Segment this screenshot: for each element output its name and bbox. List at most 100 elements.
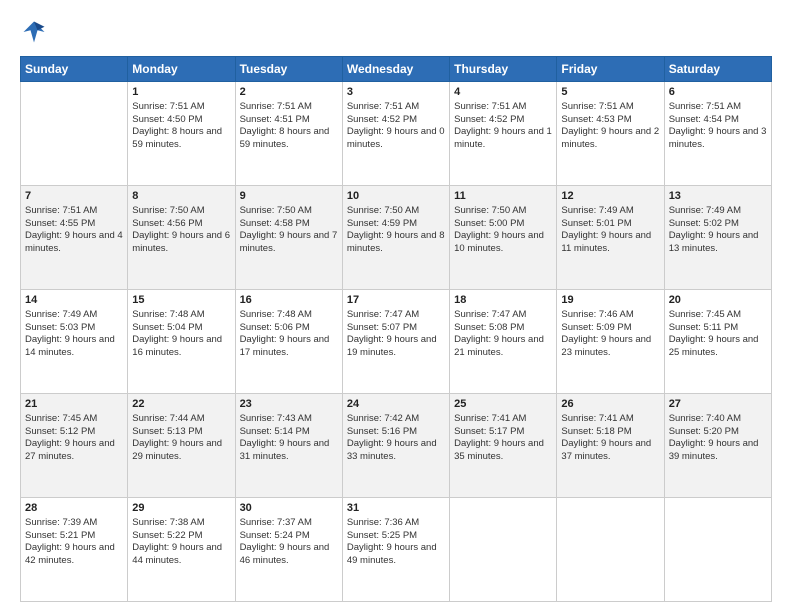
daylight: Daylight: 9 hours and 0 minutes. (347, 126, 445, 150)
daylight: Daylight: 9 hours and 8 minutes. (347, 230, 445, 254)
daylight: Daylight: 9 hours and 16 minutes. (132, 334, 222, 358)
day-number: 19 (561, 293, 659, 308)
daylight: Daylight: 9 hours and 23 minutes. (561, 334, 651, 358)
day-cell: 21Sunrise: 7:45 AMSunset: 5:12 PMDayligh… (21, 394, 128, 498)
sunset: Sunset: 4:52 PM (454, 114, 524, 125)
sunset: Sunset: 4:53 PM (561, 114, 631, 125)
col-header-friday: Friday (557, 57, 664, 82)
day-cell (21, 82, 128, 186)
daylight: Daylight: 9 hours and 17 minutes. (240, 334, 330, 358)
daylight: Daylight: 8 hours and 59 minutes. (132, 126, 222, 150)
header (20, 18, 772, 46)
sunrise: Sunrise: 7:48 AM (132, 309, 204, 320)
daylight: Daylight: 9 hours and 35 minutes. (454, 438, 544, 462)
day-number: 12 (561, 189, 659, 204)
sunset: Sunset: 5:03 PM (25, 322, 95, 333)
daylight: Daylight: 9 hours and 27 minutes. (25, 438, 115, 462)
sunrise: Sunrise: 7:43 AM (240, 413, 312, 424)
day-number: 23 (240, 397, 338, 412)
sunset: Sunset: 5:07 PM (347, 322, 417, 333)
day-cell: 2Sunrise: 7:51 AMSunset: 4:51 PMDaylight… (235, 82, 342, 186)
week-row-2: 7Sunrise: 7:51 AMSunset: 4:55 PMDaylight… (21, 186, 772, 290)
calendar-table: SundayMondayTuesdayWednesdayThursdayFrid… (20, 56, 772, 602)
col-header-thursday: Thursday (450, 57, 557, 82)
sunset: Sunset: 5:22 PM (132, 530, 202, 541)
daylight: Daylight: 9 hours and 1 minute. (454, 126, 552, 150)
logo (20, 18, 52, 46)
sunset: Sunset: 4:50 PM (132, 114, 202, 125)
day-number: 16 (240, 293, 338, 308)
sunset: Sunset: 5:24 PM (240, 530, 310, 541)
day-cell: 18Sunrise: 7:47 AMSunset: 5:08 PMDayligh… (450, 290, 557, 394)
daylight: Daylight: 9 hours and 3 minutes. (669, 126, 767, 150)
sunrise: Sunrise: 7:42 AM (347, 413, 419, 424)
col-header-wednesday: Wednesday (342, 57, 449, 82)
day-number: 7 (25, 189, 123, 204)
day-cell: 8Sunrise: 7:50 AMSunset: 4:56 PMDaylight… (128, 186, 235, 290)
sunset: Sunset: 5:09 PM (561, 322, 631, 333)
daylight: Daylight: 9 hours and 19 minutes. (347, 334, 437, 358)
day-number: 5 (561, 85, 659, 100)
page: SundayMondayTuesdayWednesdayThursdayFrid… (0, 0, 792, 612)
sunset: Sunset: 4:54 PM (669, 114, 739, 125)
sunrise: Sunrise: 7:46 AM (561, 309, 633, 320)
daylight: Daylight: 9 hours and 33 minutes. (347, 438, 437, 462)
sunset: Sunset: 5:00 PM (454, 218, 524, 229)
day-cell: 10Sunrise: 7:50 AMSunset: 4:59 PMDayligh… (342, 186, 449, 290)
col-header-sunday: Sunday (21, 57, 128, 82)
day-cell: 7Sunrise: 7:51 AMSunset: 4:55 PMDaylight… (21, 186, 128, 290)
day-cell: 9Sunrise: 7:50 AMSunset: 4:58 PMDaylight… (235, 186, 342, 290)
week-row-5: 28Sunrise: 7:39 AMSunset: 5:21 PMDayligh… (21, 498, 772, 602)
sunrise: Sunrise: 7:50 AM (132, 205, 204, 216)
sunset: Sunset: 5:11 PM (669, 322, 739, 333)
sunset: Sunset: 5:04 PM (132, 322, 202, 333)
day-cell: 12Sunrise: 7:49 AMSunset: 5:01 PMDayligh… (557, 186, 664, 290)
day-cell: 31Sunrise: 7:36 AMSunset: 5:25 PMDayligh… (342, 498, 449, 602)
day-cell: 4Sunrise: 7:51 AMSunset: 4:52 PMDaylight… (450, 82, 557, 186)
day-number: 29 (132, 501, 230, 516)
day-cell (450, 498, 557, 602)
day-cell: 15Sunrise: 7:48 AM Sunset: 5:04 PMDayligh… (128, 290, 235, 394)
sunset: Sunset: 5:17 PM (454, 426, 524, 437)
sunset: Sunset: 5:25 PM (347, 530, 417, 541)
sunset: Sunset: 5:02 PM (669, 218, 739, 229)
sunrise: Sunrise: 7:50 AM (454, 205, 526, 216)
daylight: Daylight: 9 hours and 11 minutes. (561, 230, 651, 254)
day-cell (557, 498, 664, 602)
day-cell: 22Sunrise: 7:44 AMSunset: 5:13 PMDayligh… (128, 394, 235, 498)
sunrise: Sunrise: 7:50 AM (347, 205, 419, 216)
day-number: 15 (132, 293, 230, 308)
sunset: Sunset: 5:06 PM (240, 322, 310, 333)
sunset: Sunset: 4:56 PM (132, 218, 202, 229)
col-header-tuesday: Tuesday (235, 57, 342, 82)
sunrise: Sunrise: 7:49 AM (669, 205, 741, 216)
day-number: 25 (454, 397, 552, 412)
day-cell: 27Sunrise: 7:40 AMSunset: 5:20 PMDayligh… (664, 394, 771, 498)
sunset: Sunset: 4:58 PM (240, 218, 310, 229)
sunset: Sunset: 5:08 PM (454, 322, 524, 333)
day-number: 17 (347, 293, 445, 308)
sunrise: Sunrise: 7:49 AM (25, 309, 97, 320)
day-number: 2 (240, 85, 338, 100)
sunrise: Sunrise: 7:51 AM (25, 205, 97, 216)
sunset: Sunset: 4:59 PM (347, 218, 417, 229)
day-number: 8 (132, 189, 230, 204)
sunrise: Sunrise: 7:41 AM (561, 413, 633, 424)
day-number: 6 (669, 85, 767, 100)
day-cell: 25Sunrise: 7:41 AMSunset: 5:17 PMDayligh… (450, 394, 557, 498)
sunrise: Sunrise: 7:51 AM (347, 101, 419, 112)
sunset: Sunset: 5:14 PM (240, 426, 310, 437)
week-row-1: 1Sunrise: 7:51 AMSunset: 4:50 PMDaylight… (21, 82, 772, 186)
day-cell: 5Sunrise: 7:51 AMSunset: 4:53 PMDaylight… (557, 82, 664, 186)
sunrise: Sunrise: 7:51 AM (669, 101, 741, 112)
day-number: 27 (669, 397, 767, 412)
day-cell: 13Sunrise: 7:49 AMSunset: 5:02 PMDayligh… (664, 186, 771, 290)
day-number: 11 (454, 189, 552, 204)
daylight: Daylight: 9 hours and 14 minutes. (25, 334, 115, 358)
sunrise: Sunrise: 7:47 AM (454, 309, 526, 320)
daylight: Daylight: 9 hours and 13 minutes. (669, 230, 759, 254)
daylight: Daylight: 9 hours and 31 minutes. (240, 438, 330, 462)
sunset: Sunset: 5:21 PM (25, 530, 95, 541)
daylight: Daylight: 9 hours and 42 minutes. (25, 542, 115, 566)
sunrise: Sunrise: 7:49 AM (561, 205, 633, 216)
